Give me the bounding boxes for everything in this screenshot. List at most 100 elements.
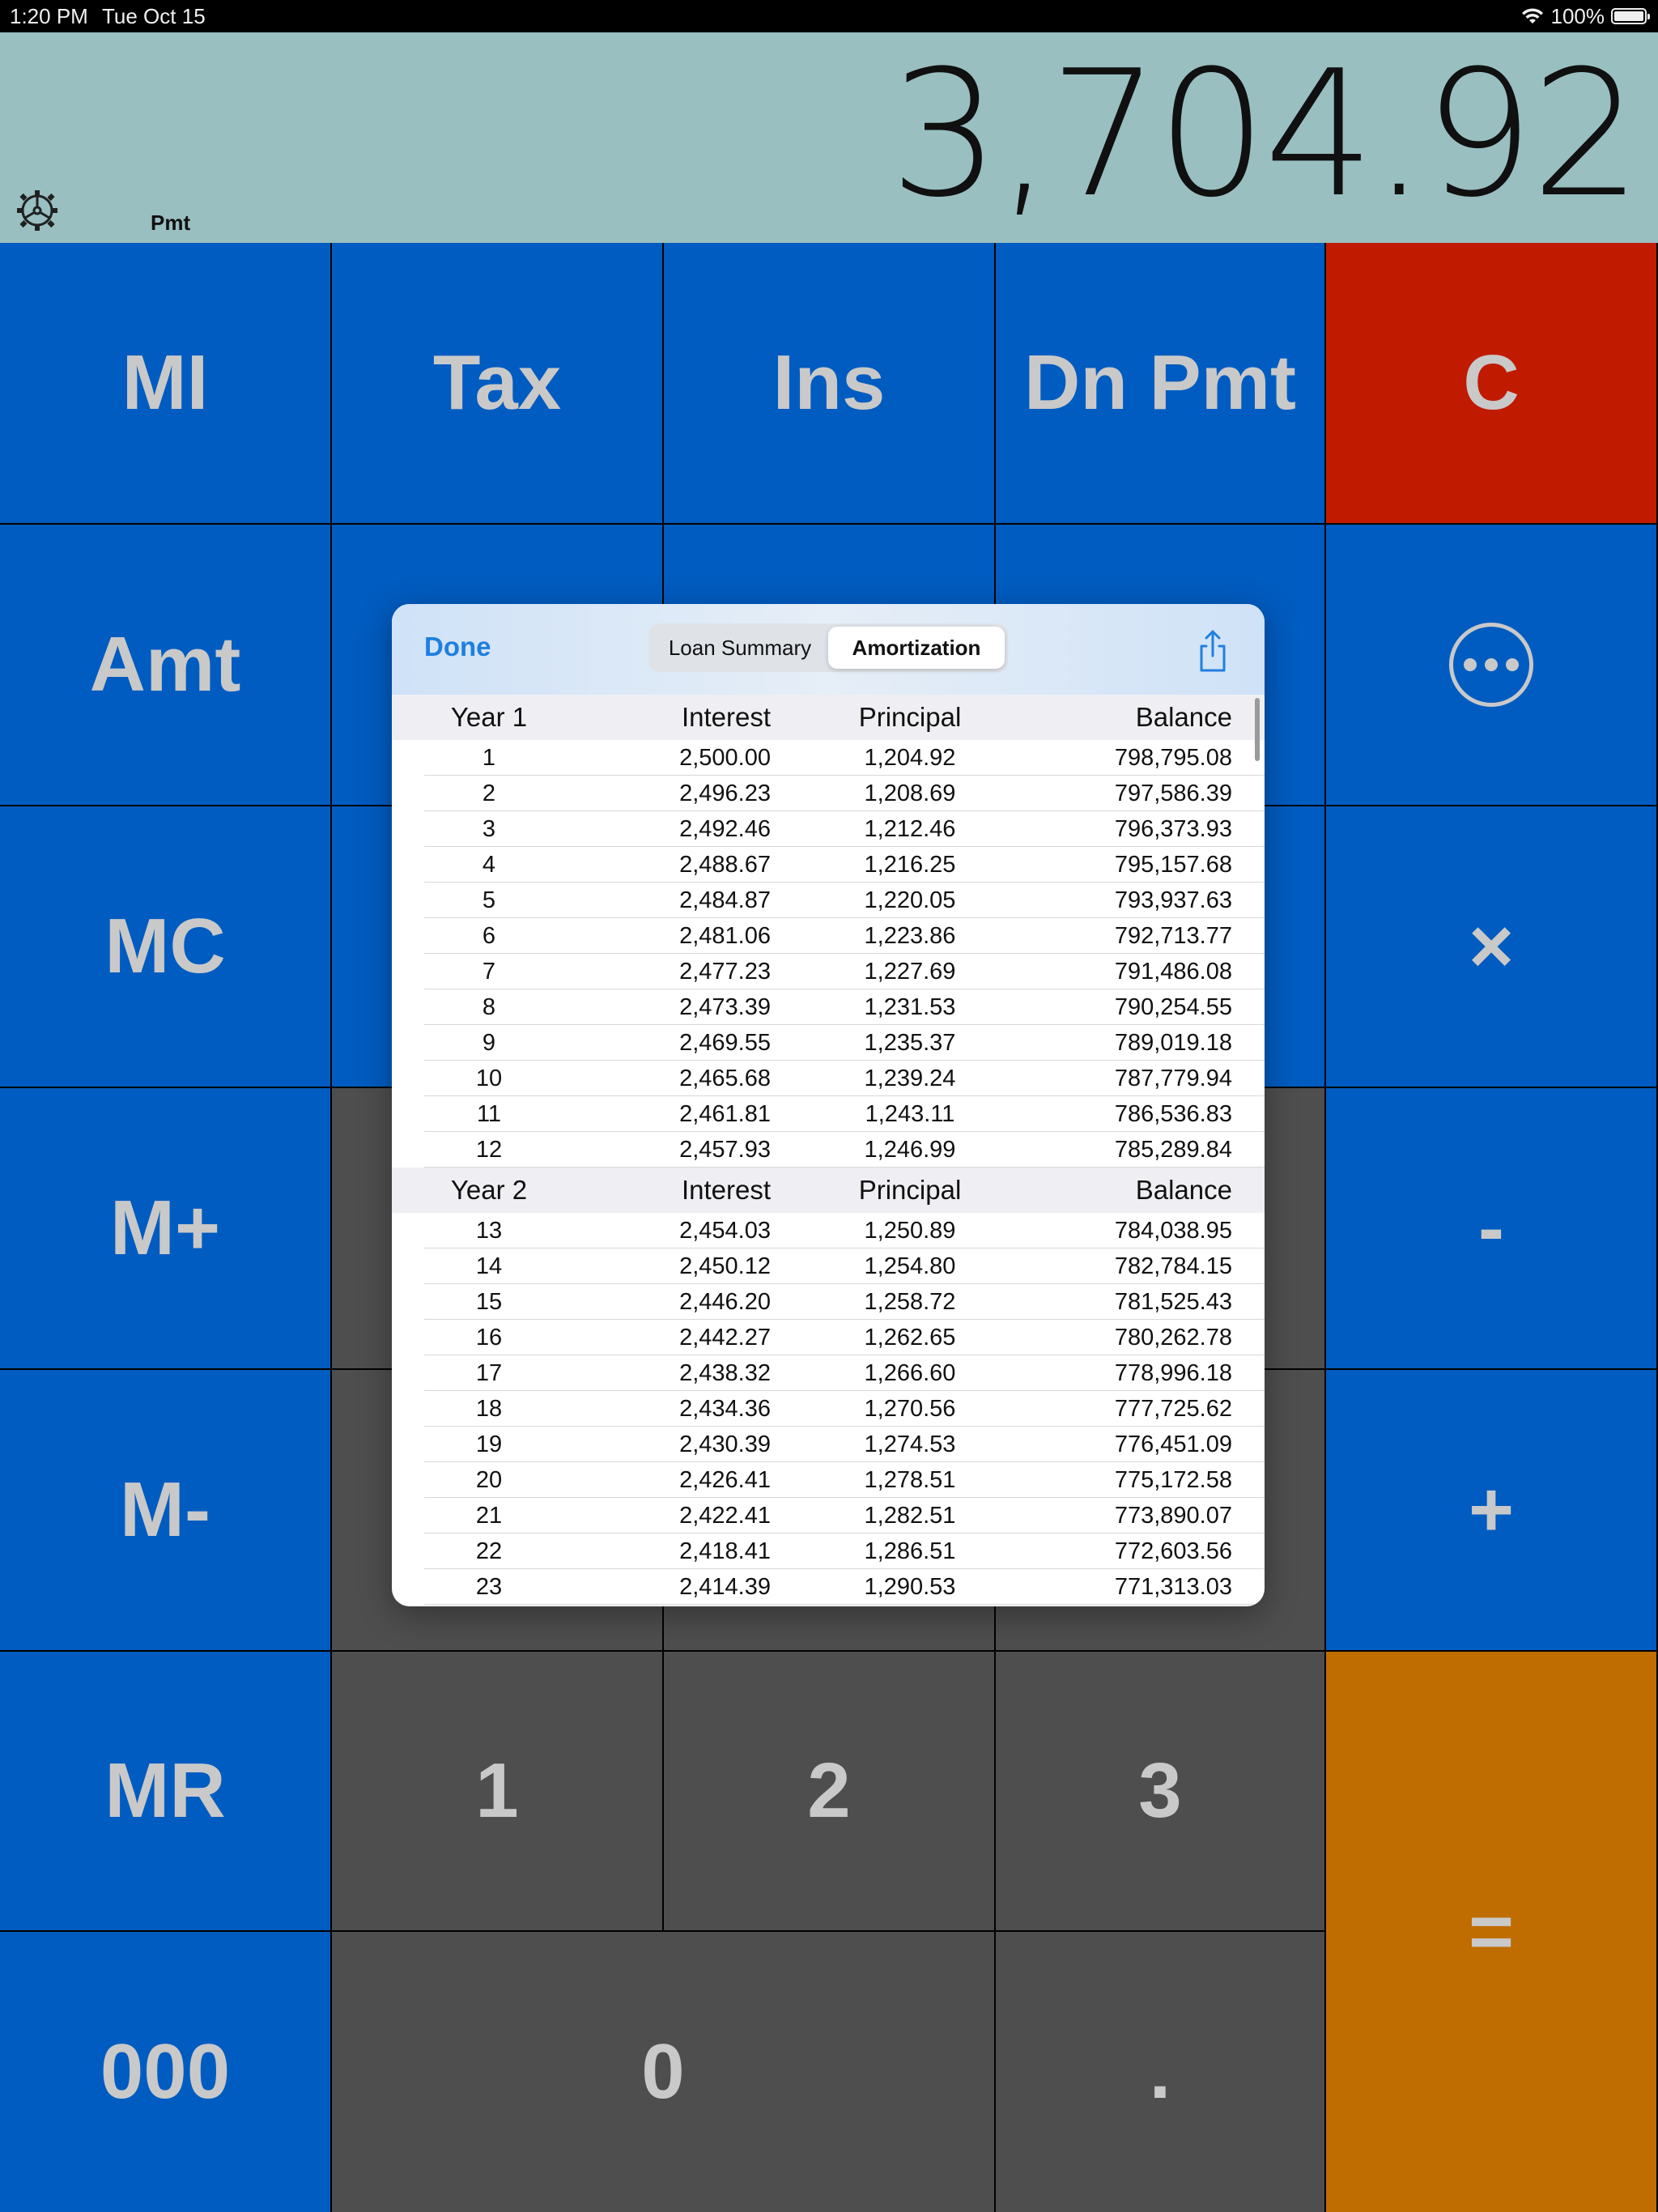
share-icon[interactable] bbox=[1193, 628, 1232, 674]
principal-value: 1,270.56 bbox=[864, 1396, 956, 1422]
balance-value: 772,603.56 bbox=[1114, 1538, 1232, 1564]
m-plus-key[interactable]: M+ bbox=[0, 1088, 332, 1370]
table-row: 23 2,414.39 1,290.53 771,313.03 bbox=[392, 1569, 1265, 1605]
principal-value: 1,246.99 bbox=[864, 1137, 956, 1163]
mr-key[interactable]: MR bbox=[0, 1652, 332, 1932]
payment-number: 13 bbox=[475, 1218, 503, 1244]
payment-number: 4 bbox=[482, 852, 496, 878]
table-row: 20 2,426.41 1,278.51 775,172.58 bbox=[392, 1462, 1265, 1498]
principal-value: 1,258.72 bbox=[864, 1289, 956, 1315]
balance-column-header: Balance bbox=[1135, 702, 1232, 732]
triple-zero-key[interactable]: 000 bbox=[0, 1932, 332, 2212]
minus-key[interactable]: - bbox=[1326, 1088, 1658, 1370]
payment-number: 23 bbox=[475, 1574, 503, 1600]
status-date: Tue Oct 15 bbox=[102, 4, 206, 28]
modal-header: Done Loan Summary Amortization bbox=[392, 604, 1265, 696]
battery-icon bbox=[1611, 8, 1650, 24]
interest-value: 2,496.23 bbox=[679, 781, 771, 806]
table-row: 15 2,446.20 1,258.72 781,525.43 bbox=[392, 1284, 1265, 1320]
principal-column-header: Principal bbox=[858, 702, 962, 732]
year-label: Year 1 bbox=[450, 702, 528, 732]
interest-value: 2,461.81 bbox=[679, 1101, 771, 1127]
two-key[interactable]: 2 bbox=[664, 1652, 996, 1932]
clear-key[interactable]: C bbox=[1326, 243, 1658, 525]
payment-number: 9 bbox=[482, 1030, 496, 1056]
payment-number: 18 bbox=[475, 1396, 503, 1422]
principal-value: 1,204.92 bbox=[864, 745, 956, 771]
wifi-icon bbox=[1521, 8, 1543, 23]
balance-value: 782,784.15 bbox=[1114, 1253, 1232, 1279]
one-key[interactable]: 1 bbox=[332, 1652, 664, 1932]
battery-percent: 100% bbox=[1550, 4, 1605, 28]
equals-key[interactable]: = bbox=[1326, 1652, 1658, 2212]
interest-value: 2,469.55 bbox=[679, 1030, 771, 1056]
more-key[interactable] bbox=[1326, 525, 1658, 806]
year-header: Year 1 Interest Principal Balance bbox=[392, 695, 1265, 740]
table-row: 19 2,430.39 1,274.53 776,451.09 bbox=[392, 1427, 1265, 1462]
interest-value: 2,446.20 bbox=[679, 1289, 771, 1315]
interest-value: 2,442.27 bbox=[679, 1325, 771, 1351]
balance-value: 786,536.83 bbox=[1114, 1101, 1232, 1127]
principal-value: 1,216.25 bbox=[864, 852, 956, 878]
status-time: 1:20 PM bbox=[10, 4, 88, 28]
tax-key[interactable]: Tax bbox=[332, 243, 664, 525]
balance-value: 776,451.09 bbox=[1114, 1431, 1232, 1457]
table-row: 3 2,492.46 1,212.46 796,373.93 bbox=[392, 811, 1265, 847]
payment-number: 11 bbox=[476, 1101, 502, 1127]
interest-value: 2,500.00 bbox=[679, 745, 771, 771]
plus-key[interactable]: + bbox=[1326, 1370, 1658, 1652]
gear-icon[interactable] bbox=[15, 188, 60, 233]
principal-value: 1,286.51 bbox=[864, 1538, 956, 1564]
mi-key[interactable]: MI bbox=[0, 243, 332, 525]
payment-number: 19 bbox=[475, 1431, 503, 1457]
payment-number: 8 bbox=[482, 994, 496, 1020]
interest-value: 2,450.12 bbox=[679, 1253, 771, 1279]
year-label: Year 2 bbox=[450, 1175, 528, 1205]
table-row: 12 2,457.93 1,246.99 785,289.84 bbox=[392, 1132, 1265, 1168]
balance-value: 771,313.03 bbox=[1114, 1574, 1232, 1600]
balance-value: 795,157.68 bbox=[1114, 852, 1232, 878]
payment-number: 17 bbox=[475, 1360, 503, 1386]
scrollbar[interactable] bbox=[1255, 698, 1260, 761]
table-row: 17 2,438.32 1,266.60 778,996.18 bbox=[392, 1355, 1265, 1391]
balance-value: 793,937.63 bbox=[1114, 887, 1232, 913]
mc-key[interactable]: MC bbox=[0, 806, 332, 1088]
multiply-key[interactable]: × bbox=[1326, 806, 1658, 1088]
interest-value: 2,484.87 bbox=[679, 887, 771, 913]
amortization-table[interactable]: Year 1 Interest Principal Balance 1 2,500.00 1… bbox=[392, 695, 1265, 1606]
interest-value: 2,426.41 bbox=[679, 1467, 771, 1493]
payment-number: 21 bbox=[475, 1503, 503, 1529]
zero-key[interactable]: 0 bbox=[332, 1932, 996, 2212]
down-payment-key[interactable]: Dn Pmt bbox=[996, 243, 1326, 525]
interest-value: 2,422.41 bbox=[679, 1503, 771, 1529]
interest-value: 2,434.36 bbox=[679, 1396, 771, 1422]
principal-value: 1,239.24 bbox=[864, 1066, 956, 1091]
interest-value: 2,481.06 bbox=[679, 923, 771, 949]
principal-column-header: Principal bbox=[858, 1175, 962, 1205]
balance-value: 778,996.18 bbox=[1114, 1360, 1232, 1386]
decimal-key[interactable]: . bbox=[996, 1932, 1326, 2212]
principal-value: 1,250.89 bbox=[864, 1218, 956, 1244]
three-key[interactable]: 3 bbox=[996, 1652, 1326, 1932]
amortization-modal: Done Loan Summary Amortization Year 1 Int… bbox=[392, 604, 1265, 1606]
table-row: 14 2,450.12 1,254.80 782,784.15 bbox=[392, 1249, 1265, 1284]
principal-value: 1,235.37 bbox=[864, 1030, 956, 1056]
payment-number: 22 bbox=[475, 1538, 503, 1564]
interest-value: 2,473.39 bbox=[679, 994, 771, 1020]
interest-value: 2,414.39 bbox=[679, 1574, 771, 1600]
balance-value: 789,019.18 bbox=[1114, 1030, 1232, 1056]
payment-number: 2 bbox=[482, 781, 496, 806]
done-button[interactable]: Done bbox=[424, 632, 491, 662]
balance-value: 775,172.58 bbox=[1114, 1467, 1232, 1493]
payment-number: 3 bbox=[482, 816, 496, 842]
principal-value: 1,254.80 bbox=[864, 1253, 956, 1279]
amt-key[interactable]: Amt bbox=[0, 525, 332, 806]
tab-loan-summary[interactable]: Loan Summary bbox=[652, 627, 828, 669]
table-row: 2 2,496.23 1,208.69 797,586.39 bbox=[392, 776, 1265, 811]
interest-value: 2,438.32 bbox=[679, 1360, 771, 1386]
table-row: 5 2,484.87 1,220.05 793,937.63 bbox=[392, 883, 1265, 918]
m-minus-key[interactable]: M- bbox=[0, 1370, 332, 1652]
ins-key[interactable]: Ins bbox=[664, 243, 996, 525]
tab-amortization[interactable]: Amortization bbox=[828, 627, 1005, 669]
balance-value: 798,795.08 bbox=[1114, 745, 1232, 771]
